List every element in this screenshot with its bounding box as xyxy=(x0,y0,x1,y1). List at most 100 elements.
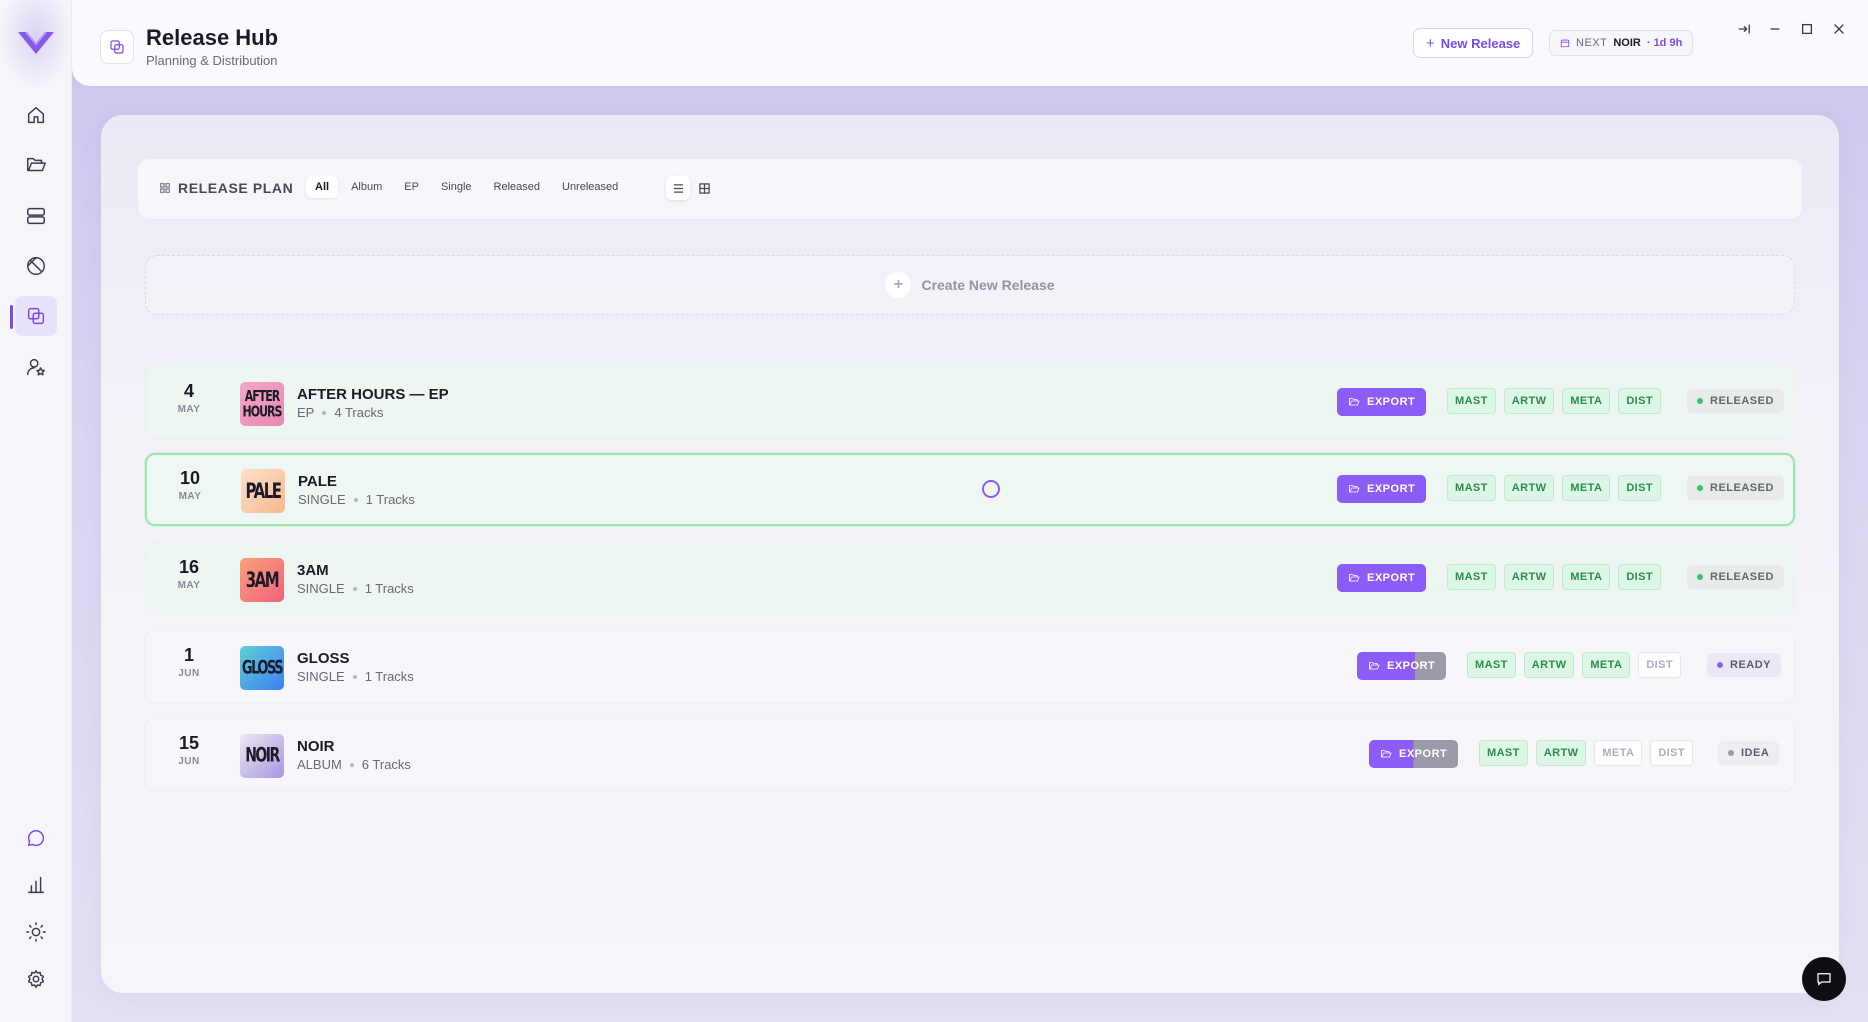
filter-album[interactable]: Album xyxy=(342,176,391,198)
maximize-icon[interactable] xyxy=(1798,20,1816,38)
release-day: 4 xyxy=(183,381,194,401)
nav-bar-chart-icon[interactable] xyxy=(21,870,51,900)
create-new-release-label: Create New Release xyxy=(921,277,1055,293)
release-row[interactable]: 4 MAY AFTER HOURS AFTER HOURS — EP EP 4 … xyxy=(145,366,1795,439)
track-count: 6 Tracks xyxy=(361,757,411,772)
filter-single[interactable]: Single xyxy=(432,176,481,198)
export-label: EXPORT xyxy=(1387,660,1436,672)
release-month: JUN xyxy=(178,668,200,679)
filter-all[interactable]: All xyxy=(306,176,339,198)
next-label: NEXT xyxy=(1576,37,1608,49)
status-badge: IDEA xyxy=(1718,741,1780,765)
release-type: ALBUM xyxy=(297,757,342,772)
step-dist[interactable]: DIST xyxy=(1650,740,1693,766)
nav-chat-icon[interactable] xyxy=(21,823,51,853)
step-mast[interactable]: MAST xyxy=(1467,652,1516,678)
plus-icon: + xyxy=(1426,34,1435,52)
release-row[interactable]: 10 MAY PALE PALE SINGLE 1 Tracks EXPORT … xyxy=(145,453,1795,526)
status-badge: RELEASED xyxy=(1687,389,1784,413)
cover-art-text: AFTER HOURS xyxy=(242,387,283,421)
separator-dot xyxy=(349,762,354,767)
chat-launcher-button[interactable] xyxy=(1802,957,1846,1001)
step-meta[interactable]: META xyxy=(1562,388,1611,414)
release-cover: AFTER HOURS xyxy=(240,382,284,426)
grid-icon xyxy=(160,183,170,193)
nav-folder-icon[interactable] xyxy=(21,150,51,180)
status-badge: RELEASED xyxy=(1687,565,1784,589)
export-button[interactable]: EXPORT xyxy=(1337,564,1427,592)
nav-server-icon[interactable] xyxy=(21,201,51,231)
minimize-icon[interactable] xyxy=(1766,20,1784,38)
release-date: 15 JUN xyxy=(146,733,232,767)
pipeline-steps: MAST ARTW META DIST xyxy=(1447,564,1661,590)
nav-user-star-icon[interactable] xyxy=(21,352,51,382)
step-artw[interactable]: ARTW xyxy=(1503,475,1555,501)
release-month: MAY xyxy=(178,491,202,502)
grid-view-icon[interactable] xyxy=(692,176,716,200)
release-title: 3AM xyxy=(297,562,329,579)
nav-gear-icon[interactable] xyxy=(21,964,51,994)
step-mast[interactable]: MAST xyxy=(1447,475,1496,501)
step-dist[interactable]: DIST xyxy=(1618,388,1661,414)
release-row[interactable]: 15 JUN NOIR NOIR ALBUM 6 Tracks EXPORT M… xyxy=(145,718,1795,791)
export-button[interactable]: EXPORT xyxy=(1369,740,1459,768)
create-new-release-button[interactable]: + Create New Release xyxy=(145,255,1795,315)
step-artw[interactable]: ARTW xyxy=(1535,740,1587,766)
release-day: 15 xyxy=(178,733,200,753)
release-row[interactable]: 16 MAY 3AM 3AM SINGLE 1 Tracks EXPORT MA… xyxy=(145,542,1795,615)
release-meta: EP 4 Tracks xyxy=(297,405,383,420)
status-dot xyxy=(1717,662,1723,668)
step-artw[interactable]: ARTW xyxy=(1523,652,1575,678)
next-release-countdown: · 1d 9h xyxy=(1646,37,1683,49)
step-artw[interactable]: ARTW xyxy=(1503,564,1555,590)
pipeline-steps: MAST ARTW META DIST xyxy=(1467,652,1681,678)
track-count: 1 Tracks xyxy=(364,581,414,596)
step-meta[interactable]: META xyxy=(1562,475,1611,501)
release-cover: PALE xyxy=(241,469,285,513)
step-meta[interactable]: META xyxy=(1582,652,1631,678)
sidebar xyxy=(0,0,72,1022)
export-button[interactable]: EXPORT xyxy=(1337,388,1427,416)
separator-dot xyxy=(352,586,357,591)
release-day: 1 xyxy=(183,645,194,665)
release-meta: ALBUM 6 Tracks xyxy=(297,757,411,772)
release-title: GLOSS xyxy=(297,650,350,667)
folder-icon xyxy=(1369,662,1380,670)
nav-releases-icon[interactable] xyxy=(15,296,57,336)
close-icon[interactable] xyxy=(1830,20,1848,38)
filter-released[interactable]: Released xyxy=(485,176,549,198)
list-view-icon[interactable] xyxy=(666,176,690,200)
export-button[interactable]: EXPORT xyxy=(1337,475,1427,503)
new-release-button[interactable]: + New Release xyxy=(1413,28,1534,58)
cursor-ring xyxy=(982,480,1000,498)
release-month: JUN xyxy=(178,756,200,767)
step-meta[interactable]: META xyxy=(1562,564,1611,590)
step-meta[interactable]: META xyxy=(1594,740,1643,766)
step-dist[interactable]: DIST xyxy=(1618,475,1661,501)
step-mast[interactable]: MAST xyxy=(1447,564,1496,590)
nav-sun-icon[interactable] xyxy=(21,917,51,947)
folder-icon xyxy=(1349,398,1360,406)
nav-disabled-icon[interactable] xyxy=(21,251,51,281)
step-dist[interactable]: DIST xyxy=(1618,564,1661,590)
release-date: 1 JUN xyxy=(146,645,232,679)
step-dist[interactable]: DIST xyxy=(1638,652,1681,678)
next-release-chip[interactable]: NEXT NOIR · 1d 9h xyxy=(1549,30,1694,56)
release-cover: NOIR xyxy=(240,734,284,778)
collapse-icon[interactable] xyxy=(1735,20,1753,38)
cover-art-text: NOIR xyxy=(245,744,280,768)
separator-dot xyxy=(322,410,327,415)
status-label: RELEASED xyxy=(1710,571,1774,583)
export-label: EXPORT xyxy=(1367,396,1416,408)
page-title: Release Hub xyxy=(146,25,279,50)
release-row[interactable]: 1 JUN GLOSS GLOSS SINGLE 1 Tracks EXPORT… xyxy=(145,630,1795,703)
release-month: MAY xyxy=(177,580,201,591)
step-mast[interactable]: MAST xyxy=(1479,740,1528,766)
step-mast[interactable]: MAST xyxy=(1447,388,1496,414)
nav-home-icon[interactable] xyxy=(21,100,51,130)
step-artw[interactable]: ARTW xyxy=(1503,388,1555,414)
export-button[interactable]: EXPORT xyxy=(1357,652,1447,680)
filter-unreleased[interactable]: Unreleased xyxy=(553,176,627,198)
filter-ep[interactable]: EP xyxy=(395,176,428,198)
release-month: MAY xyxy=(177,404,201,415)
